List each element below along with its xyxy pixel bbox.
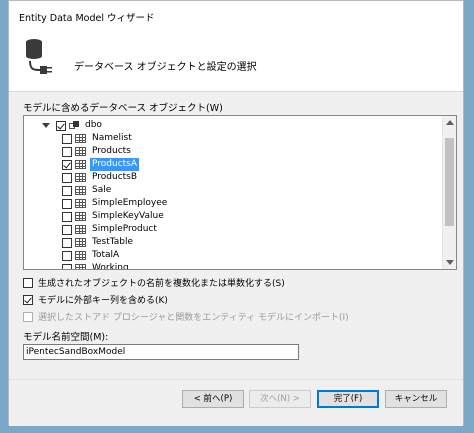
- table-name: ProductsB: [92, 172, 138, 182]
- next-button: 次へ(N) >: [249, 390, 311, 408]
- table-name: TotalA: [92, 250, 120, 260]
- table-checkbox[interactable]: [62, 237, 72, 248]
- cancel-button[interactable]: キャンセル: [385, 390, 447, 408]
- finish-button[interactable]: 完了(F): [317, 390, 379, 408]
- tree-node-table[interactable]: ProductsB: [62, 171, 139, 184]
- button-bar: < 前へ(P) 次へ(N) > 完了(F) キャンセル: [9, 379, 463, 426]
- table-icon: [75, 173, 86, 182]
- table-icon: [75, 251, 86, 260]
- page-heading: データベース オブジェクトと設定の選択: [74, 62, 257, 73]
- pluralize-checkbox[interactable]: [23, 277, 33, 288]
- table-icon: [75, 212, 86, 221]
- foreign-keys-checkbox[interactable]: [23, 294, 33, 305]
- tree-rows: dbo Namelist Products ProductsA ProductsB Sa…: [24, 116, 442, 269]
- table-icon: [75, 134, 86, 143]
- table-checkbox[interactable]: [62, 185, 72, 196]
- scroll-up-icon[interactable]: [446, 120, 454, 125]
- objects-label: モデルに含めるデータベース オブジェクト(W): [23, 103, 223, 114]
- database-connector-icon: [26, 39, 52, 74]
- table-name: Sale: [92, 185, 112, 195]
- table-checkbox[interactable]: [62, 198, 72, 209]
- tree-node-table[interactable]: Sale: [62, 184, 113, 197]
- table-icon: [75, 225, 86, 234]
- object-tree[interactable]: dbo Namelist Products ProductsA ProductsB Sa…: [23, 115, 457, 270]
- tree-node-table[interactable]: Namelist: [62, 132, 134, 145]
- namespace-label: モデル名前空間(M):: [23, 332, 109, 343]
- namespace-input[interactable]: [23, 344, 299, 360]
- tree-scrollbar[interactable]: [442, 116, 456, 269]
- table-icon: [75, 160, 86, 169]
- table-checkbox[interactable]: [62, 172, 72, 183]
- pluralize-label: 生成されたオブジェクトの名前を複数化または単数化する(S): [38, 279, 285, 289]
- tree-node-table[interactable]: TotalA: [62, 249, 121, 262]
- table-checkbox[interactable]: [62, 224, 72, 235]
- back-button[interactable]: < 前へ(P): [182, 390, 244, 408]
- table-name: SimpleKeyValue: [92, 211, 164, 221]
- tree-node-table[interactable]: Working: [62, 262, 131, 270]
- window-title: Entity Data Model ウィザード: [19, 13, 155, 24]
- scroll-down-icon[interactable]: [446, 260, 454, 265]
- table-name: SimpleProduct: [92, 224, 157, 234]
- table-checkbox[interactable]: [62, 146, 72, 157]
- foreign-keys-label: モデルに外部キー列を含める(K): [38, 296, 168, 306]
- title-bar: Entity Data Model ウィザード: [9, 1, 463, 29]
- tree-node-dbo[interactable]: dbo: [42, 119, 104, 132]
- table-icon: [75, 264, 86, 269]
- import-procs-checkbox: [23, 311, 33, 322]
- tree-node-table[interactable]: SimpleKeyValue: [62, 210, 166, 223]
- tree-node-table[interactable]: SimpleProduct: [62, 223, 159, 236]
- table-checkbox[interactable]: [62, 133, 72, 144]
- table-icon: [75, 238, 86, 247]
- tree-node-table[interactable]: Products: [62, 145, 133, 158]
- table-name: TestTable: [92, 237, 133, 247]
- table-name: Products: [92, 146, 131, 156]
- table-icon: [75, 199, 86, 208]
- scroll-thumb[interactable]: [445, 138, 454, 226]
- tree-node-table[interactable]: SimpleEmployee: [62, 197, 169, 210]
- tree-node-table[interactable]: ProductsA: [62, 158, 140, 171]
- table-name: ProductsA: [90, 158, 140, 171]
- table-checkbox[interactable]: [62, 211, 72, 222]
- table-name: Working: [92, 263, 129, 270]
- expand-arrow-icon[interactable]: [42, 123, 50, 128]
- pluralize-option[interactable]: 生成されたオブジェクトの名前を複数化または単数化する(S): [23, 276, 285, 289]
- table-name: Namelist: [92, 133, 132, 143]
- schema-checkbox[interactable]: [56, 120, 66, 131]
- table-checkbox[interactable]: [62, 250, 72, 261]
- import-procs-option: 選択したストアド プロシージャと関数をエンティティ モデルにインポート(I): [23, 310, 349, 323]
- import-procs-label: 選択したストアド プロシージャと関数をエンティティ モデルにインポート(I): [38, 313, 349, 323]
- foreign-keys-option[interactable]: モデルに外部キー列を含める(K): [23, 293, 168, 306]
- wizard-header: データベース オブジェクトと設定の選択: [9, 29, 463, 92]
- table-checkbox[interactable]: [62, 263, 72, 269]
- schema-icon: [69, 120, 79, 131]
- table-icon: [75, 186, 86, 195]
- tree-node-table[interactable]: TestTable: [62, 236, 135, 249]
- wizard-window: Entity Data Model ウィザード データベース オブジェクトと設定…: [8, 0, 464, 426]
- table-checkbox[interactable]: [62, 159, 72, 170]
- table-icon: [75, 147, 86, 156]
- table-name: SimpleEmployee: [92, 198, 168, 208]
- schema-name: dbo: [85, 120, 102, 130]
